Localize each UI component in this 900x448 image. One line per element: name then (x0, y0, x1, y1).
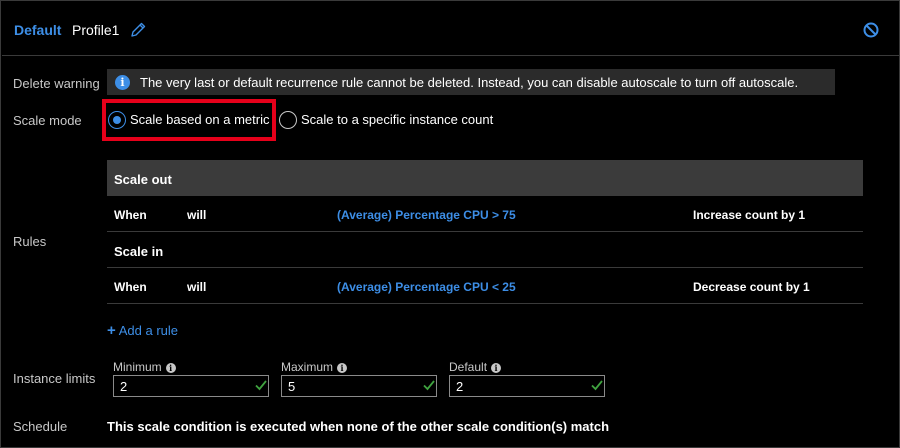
scale-in-metric-link[interactable]: (Average) Percentage CPU < 25 (337, 280, 516, 294)
condition-header: Default Profile1 (2, 2, 899, 56)
minimum-label: Minimum i (113, 360, 176, 374)
add-rule-label: Add a rule (118, 323, 179, 338)
rule-when: When (114, 280, 147, 294)
maximum-input[interactable] (281, 375, 437, 397)
check-icon (255, 380, 267, 391)
scale-out-metric-link[interactable]: (Average) Percentage CPU > 75 (337, 208, 516, 222)
info-icon[interactable]: i (337, 363, 348, 373)
schedule-label: Schedule (13, 419, 68, 434)
add-rule-link[interactable]: + Add a rule (107, 322, 178, 339)
delete-warning-label: Delete warning (13, 76, 100, 91)
info-icon[interactable]: i (165, 363, 176, 373)
delete-warning-text: The very last or default recurrence rule… (140, 75, 799, 90)
plus-icon: + (107, 322, 116, 339)
delete-warning-banner: i The very last or default recurrence ru… (107, 69, 835, 95)
default-label: Default i (449, 360, 502, 374)
maximum-label: Maximum i (281, 360, 348, 374)
rule-action: Increase count by 1 (693, 208, 806, 222)
info-icon[interactable]: i (491, 363, 502, 373)
scale-metric-label[interactable]: Scale based on a metric (130, 112, 269, 127)
pencil-icon[interactable] (129, 21, 147, 39)
profile-name: Profile1 (72, 22, 120, 38)
default-badge: Default (14, 22, 62, 38)
maximum-label-text: Maximum (281, 360, 334, 374)
rule-when: When (114, 208, 147, 222)
scale-out-header: Scale out (107, 160, 863, 196)
scale-mode-label: Scale mode (13, 113, 82, 128)
scale-in-header: Scale in (107, 232, 863, 268)
default-label-text: Default (449, 360, 488, 374)
scale-instance-count-radio[interactable] (279, 111, 297, 129)
minimum-label-text: Minimum (113, 360, 162, 374)
info-icon: i (115, 75, 130, 90)
default-input[interactable] (449, 375, 605, 397)
scale-in-rule-row[interactable]: When will (Average) Percentage CPU < 25 … (107, 268, 863, 304)
check-icon (591, 380, 603, 391)
rules-table: Scale out When will (Average) Percentage… (107, 160, 863, 304)
scale-out-rule-row[interactable]: When will (Average) Percentage CPU > 75 … (107, 196, 863, 232)
scale-instance-count-label[interactable]: Scale to a specific instance count (301, 112, 493, 127)
disable-icon[interactable] (862, 21, 880, 39)
rules-label: Rules (13, 234, 47, 249)
schedule-text: This scale condition is executed when no… (107, 419, 610, 434)
autoscale-condition-panel: Default Profile1 Delete warning i The ve… (0, 0, 900, 448)
scale-metric-radio[interactable] (108, 111, 126, 129)
rule-will: will (187, 208, 207, 222)
rule-will: will (187, 280, 207, 294)
rule-action: Decrease count by 1 (693, 280, 810, 294)
instance-limits-label: Instance limits (13, 371, 96, 386)
minimum-input[interactable] (113, 375, 269, 397)
check-icon (423, 380, 435, 391)
